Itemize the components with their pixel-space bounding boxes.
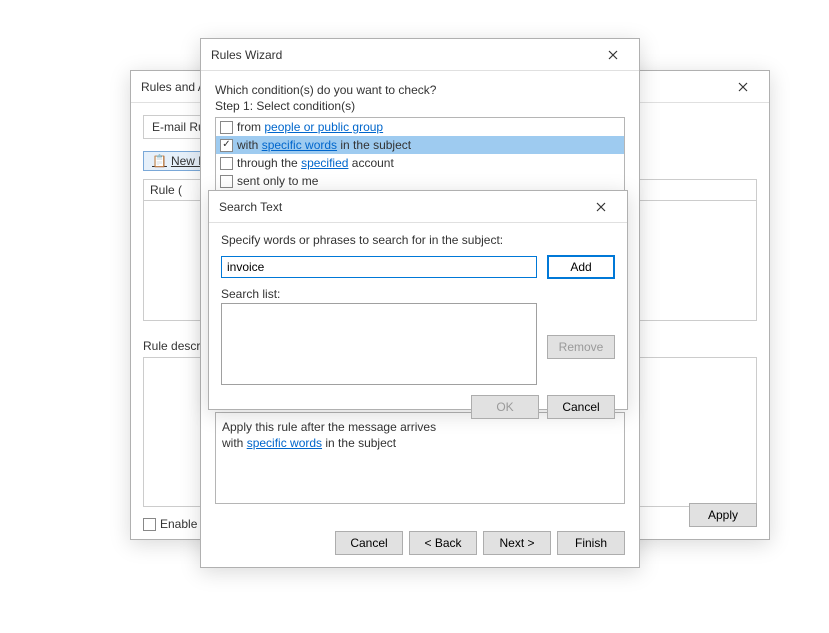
add-button[interactable]: Add [547,255,615,279]
condition-item[interactable]: sent only to me [216,172,624,190]
wizard-titlebar: Rules Wizard [201,39,639,71]
condition-item[interactable]: from people or public group [216,118,624,136]
back-button[interactable]: < Back [409,531,477,555]
condition-checkbox[interactable] [220,121,233,134]
search-phrase-input[interactable] [221,256,537,278]
rules-alerts-title: Rules and A [141,80,206,94]
rule-icon: 📋 [152,154,167,168]
enable-checkbox[interactable] [143,518,156,531]
next-button[interactable]: Next > [483,531,551,555]
search-list-label: Search list: [221,287,615,301]
condition-checkbox[interactable] [220,157,233,170]
search-text-titlebar: Search Text [209,191,627,223]
condition-link[interactable]: people or public group [264,120,383,134]
condition-item[interactable]: through the specified account [216,154,624,172]
wizard-rule-line2-post: in the subject [322,436,396,450]
condition-checkbox[interactable] [220,139,233,152]
cancel-button[interactable]: Cancel [335,531,403,555]
wizard-rule-line2: with specific words in the subject [222,435,618,451]
close-icon[interactable] [585,195,617,219]
condition-link[interactable]: specified [301,156,348,170]
condition-label: from people or public group [237,119,383,135]
specific-words-link[interactable]: specific words [247,436,322,450]
search-text-title: Search Text [219,200,282,214]
condition-link[interactable]: specific words [262,138,337,152]
wizard-question: Which condition(s) do you want to check? [215,83,625,97]
condition-label: with specific words in the subject [237,137,411,153]
wizard-rule-line2-pre: with [222,436,247,450]
specify-label: Specify words or phrases to search for i… [221,233,615,247]
finish-button[interactable]: Finish [557,531,625,555]
enable-label: Enable [160,517,197,531]
condition-checkbox[interactable] [220,175,233,188]
remove-button: Remove [547,335,615,359]
search-text-dialog: Search Text Specify words or phrases to … [208,190,628,410]
condition-item[interactable]: with specific words in the subject [216,136,624,154]
close-icon[interactable] [727,75,759,99]
condition-label: sent only to me [237,173,318,189]
close-icon[interactable] [597,43,629,67]
cancel-button[interactable]: Cancel [547,395,615,419]
ok-button: OK [471,395,539,419]
wizard-step1-label: Step 1: Select condition(s) [215,99,625,113]
search-list-box[interactable] [221,303,537,385]
apply-button[interactable]: Apply [689,503,757,527]
wizard-title: Rules Wizard [211,48,282,62]
condition-label: through the specified account [237,155,394,171]
